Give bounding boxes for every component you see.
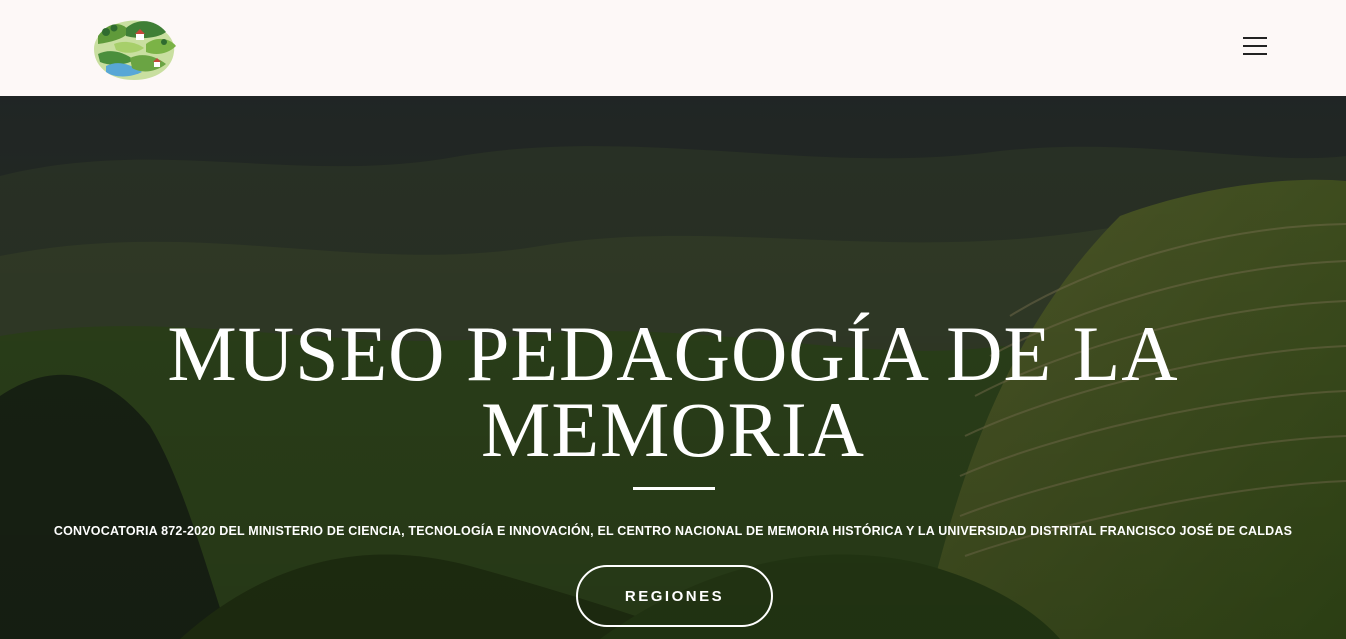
landscape-logo-icon[interactable] bbox=[84, 14, 180, 84]
top-navbar bbox=[0, 0, 1346, 96]
hamburger-menu-icon bbox=[1243, 53, 1267, 55]
regiones-button[interactable]: REGIONES bbox=[576, 565, 773, 627]
hero-section: MUSEO PEDAGOGÍA DE LA MEMORIA CONVOCATOR… bbox=[0, 96, 1346, 639]
title-divider bbox=[633, 487, 715, 490]
hero-subtitle: CONVOCATORIA 872-2020 DEL MINISTERIO DE … bbox=[53, 524, 1293, 538]
page-title: MUSEO PEDAGOGÍA DE LA MEMORIA bbox=[167, 310, 1179, 473]
menu-toggle-button[interactable] bbox=[1240, 34, 1270, 58]
hamburger-menu-icon bbox=[1243, 45, 1267, 47]
hamburger-menu-icon bbox=[1243, 37, 1267, 39]
